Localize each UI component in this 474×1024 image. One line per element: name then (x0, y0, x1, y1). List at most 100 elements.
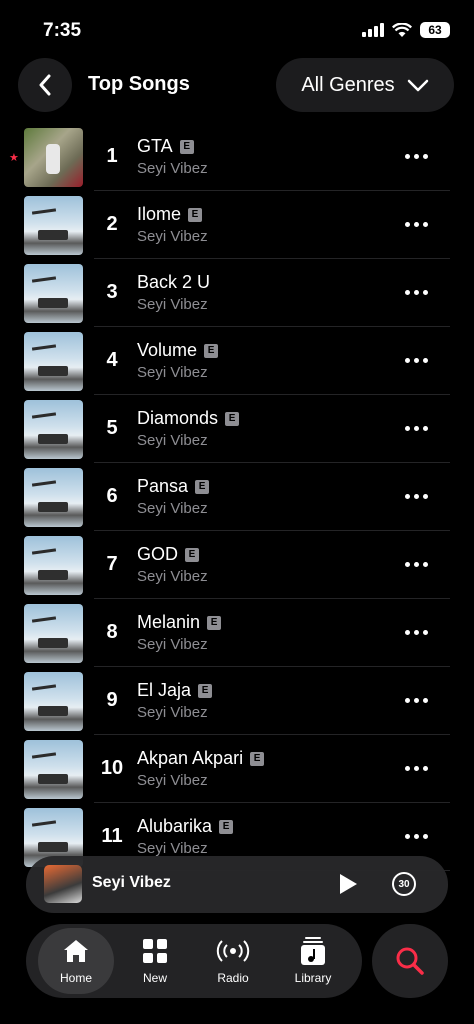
tab-new[interactable]: New (118, 936, 192, 985)
skip-forward-icon[interactable]: 30 (392, 872, 416, 896)
song-artist: Seyi Vibez (137, 704, 208, 721)
explicit-badge: E (195, 479, 210, 494)
genre-filter-label: All Genres (301, 73, 395, 96)
song-title: Melanin (137, 612, 201, 632)
page-title: Top Songs (88, 73, 190, 95)
play-icon[interactable] (340, 874, 357, 894)
status-icons: 63 (362, 22, 450, 38)
song-title: Alubarika (137, 816, 213, 836)
song-artist: Seyi Vibez (137, 636, 208, 653)
search-button[interactable] (372, 924, 448, 998)
song-title-line: El Jaja E (137, 680, 213, 701)
song-artist: Seyi Vibez (137, 228, 208, 245)
song-rank: 1 (106, 145, 118, 167)
song-rank: 4 (106, 349, 118, 371)
song-rank: 8 (106, 621, 118, 643)
song-row[interactable]: 3 Back 2 U Seyi Vibez (0, 259, 474, 327)
home-icon (38, 936, 114, 966)
explicit-badge: E (225, 411, 240, 426)
genre-filter-button[interactable]: All Genres (276, 58, 454, 112)
more-options-icon[interactable] (405, 834, 428, 839)
song-title: Akpan Akpari (137, 748, 244, 768)
more-options-icon[interactable] (405, 426, 428, 431)
album-art (24, 468, 83, 527)
song-row[interactable]: 10 Akpan Akpari E Seyi Vibez (0, 735, 474, 803)
song-title-line: Melanin E (137, 612, 222, 633)
more-options-icon[interactable] (405, 154, 428, 159)
album-art (24, 332, 83, 391)
song-title-line: Ilome E (137, 204, 203, 225)
song-row[interactable]: 4 Volume E Seyi Vibez (0, 327, 474, 395)
tab-label: Home (59, 971, 92, 985)
song-row[interactable]: 5 Diamonds E Seyi Vibez (0, 395, 474, 463)
explicit-badge: E (188, 207, 203, 222)
song-title-line: Volume E (137, 340, 219, 361)
song-row[interactable]: 2 Ilome E Seyi Vibez (0, 191, 474, 259)
song-title: El Jaja (137, 680, 192, 700)
tab-home[interactable]: Home (38, 928, 114, 994)
song-row[interactable]: 7 GOD E Seyi Vibez (0, 531, 474, 599)
explicit-badge: E (179, 139, 194, 154)
song-artist: Seyi Vibez (137, 160, 208, 177)
song-rank: 10 (100, 757, 124, 779)
explicit-badge: E (198, 683, 213, 698)
song-rank: 7 (106, 553, 118, 575)
explicit-badge: E (185, 547, 200, 562)
library-icon (276, 936, 350, 966)
now-playing-title: Seyi Vibez (92, 874, 171, 891)
song-title: Ilome (137, 204, 182, 224)
song-title: Volume (137, 340, 198, 360)
album-art (24, 604, 83, 663)
song-title: GTA (137, 136, 173, 156)
mini-player[interactable]: Seyi Vibez 30 (26, 856, 448, 913)
song-row[interactable]: 9 El Jaja E Seyi Vibez (0, 667, 474, 735)
song-rank: 3 (106, 281, 118, 303)
song-rank: 11 (101, 825, 123, 847)
song-title-line: Pansa E (137, 476, 210, 497)
song-artist: Seyi Vibez (137, 568, 208, 585)
album-art (24, 740, 83, 799)
more-options-icon[interactable] (405, 698, 428, 703)
song-row[interactable]: ★ 1 GTA E Seyi Vibez (0, 123, 474, 191)
song-title-line: Alubarika E (137, 816, 234, 837)
star-icon: ★ (9, 152, 19, 164)
song-artist: Seyi Vibez (137, 296, 208, 313)
more-options-icon[interactable] (405, 358, 428, 363)
more-options-icon[interactable] (405, 494, 428, 499)
album-art (24, 672, 83, 731)
explicit-badge: E (219, 819, 234, 834)
song-artist: Seyi Vibez (137, 364, 208, 381)
explicit-badge: E (250, 751, 265, 766)
song-artist: Seyi Vibez (137, 772, 208, 789)
more-options-icon[interactable] (405, 562, 428, 567)
tab-library[interactable]: Library (276, 936, 350, 985)
song-title-line: GTA E (137, 136, 194, 157)
song-title-line: Akpan Akpari E (137, 748, 265, 769)
song-title-line: Diamonds E (137, 408, 240, 429)
album-art (24, 400, 83, 459)
signal-icon (362, 23, 384, 37)
battery-indicator: 63 (420, 22, 450, 38)
song-artist: Seyi Vibez (137, 840, 208, 857)
more-options-icon[interactable] (405, 766, 428, 771)
back-button[interactable] (18, 58, 72, 112)
more-options-icon[interactable] (405, 222, 428, 227)
song-row[interactable]: 6 Pansa E Seyi Vibez (0, 463, 474, 531)
song-title-line: Back 2 U (137, 272, 210, 293)
chevron-left-icon (39, 74, 51, 96)
more-options-icon[interactable] (405, 290, 428, 295)
header: Top Songs All Genres (0, 58, 474, 112)
tab-bar: Home New Radio Library (26, 924, 362, 998)
grid-icon (118, 936, 192, 966)
tab-radio[interactable]: Radio (196, 936, 270, 985)
song-row[interactable]: 8 Melanin E Seyi Vibez (0, 599, 474, 667)
song-rank: 5 (106, 417, 118, 439)
explicit-badge: E (204, 343, 219, 358)
song-title-line: GOD E (137, 544, 200, 565)
song-rank: 6 (106, 485, 118, 507)
song-title: Diamonds (137, 408, 219, 428)
song-list: ★ 1 GTA E Seyi Vibez 2 Ilome E Seyi Vibe… (0, 123, 474, 871)
album-art (24, 264, 83, 323)
more-options-icon[interactable] (405, 630, 428, 635)
search-icon (396, 947, 424, 975)
